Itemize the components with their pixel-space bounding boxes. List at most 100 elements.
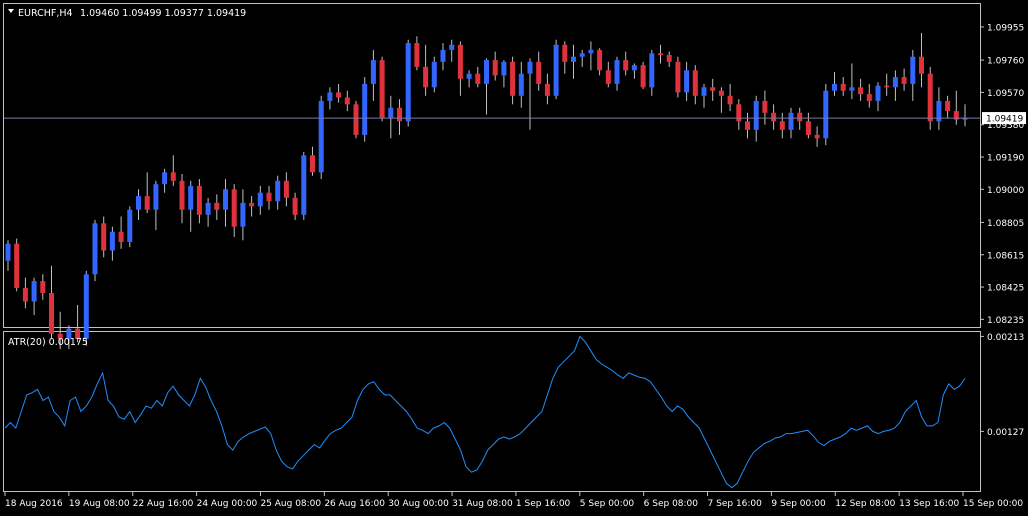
price-tag-value: 1.09419 bbox=[986, 115, 1023, 125]
time-tick-label: 9 Sep 00:00 bbox=[771, 499, 826, 509]
candle-body bbox=[945, 100, 951, 112]
candle-body bbox=[536, 61, 542, 84]
candle-body bbox=[823, 90, 829, 139]
price-tick-label: 1.09760 bbox=[987, 57, 1024, 67]
candle-body bbox=[518, 73, 524, 96]
candle-body bbox=[362, 83, 368, 135]
candle-body bbox=[597, 49, 603, 71]
price-tick-label: 1.08425 bbox=[987, 284, 1024, 294]
candle-body bbox=[718, 90, 724, 96]
candle-body bbox=[466, 73, 472, 79]
candle-body bbox=[919, 56, 924, 74]
candle-body bbox=[344, 97, 350, 105]
candle-body bbox=[562, 44, 568, 62]
candle-body bbox=[5, 243, 11, 261]
candle-body bbox=[405, 43, 411, 122]
candle-body bbox=[579, 53, 585, 57]
candle-body bbox=[510, 61, 516, 96]
candle-body bbox=[910, 56, 916, 84]
candle-body bbox=[379, 60, 385, 118]
candle-body bbox=[257, 192, 263, 207]
candle-body bbox=[736, 104, 742, 122]
time-tick-label: 24 Aug 00:00 bbox=[197, 499, 258, 509]
candle-body bbox=[423, 66, 429, 88]
trading-terminal: 1.099551.097601.095701.093801.091901.090… bbox=[0, 0, 1028, 516]
candle-body bbox=[14, 243, 20, 288]
candle-body bbox=[727, 95, 733, 105]
candle-body bbox=[588, 49, 594, 54]
time-tick-label: 19 Aug 08:00 bbox=[69, 499, 130, 509]
candle-body bbox=[788, 112, 794, 130]
time-tick-label: 7 Sep 16:00 bbox=[708, 499, 763, 509]
candle-body bbox=[292, 197, 298, 215]
candle-body bbox=[353, 104, 359, 135]
candle-body bbox=[153, 184, 159, 210]
candle-body bbox=[832, 83, 837, 91]
candle-body bbox=[492, 60, 498, 76]
candle-body bbox=[623, 60, 629, 71]
time-tick-label: 30 Aug 00:00 bbox=[388, 499, 449, 509]
candle-body bbox=[571, 56, 576, 62]
time-tick-label: 6 Sep 08:00 bbox=[644, 499, 699, 509]
candle-body bbox=[901, 77, 907, 84]
candle-body bbox=[101, 223, 107, 251]
time-tick-label: 5 Sep 00:00 bbox=[580, 499, 635, 509]
candle-body bbox=[92, 223, 98, 275]
candle-body bbox=[892, 77, 898, 88]
candle-body bbox=[275, 180, 281, 202]
indicator-tick-label: 0.00127 bbox=[987, 428, 1024, 438]
price-tick-label: 1.08805 bbox=[987, 219, 1024, 229]
time-tick-label: 15 Sep 00:00 bbox=[963, 499, 1023, 509]
candle-body bbox=[527, 61, 533, 74]
candle-body bbox=[684, 70, 690, 93]
candle-body bbox=[31, 281, 37, 302]
indicator-tick-label: 0.00213 bbox=[987, 333, 1024, 343]
candle-body bbox=[188, 185, 194, 210]
time-tick-label: 22 Aug 16:00 bbox=[133, 499, 194, 509]
symbol-label: EURCHF,H4 bbox=[18, 8, 73, 19]
candle-body bbox=[144, 196, 150, 210]
candle-body bbox=[640, 65, 646, 88]
indicator-label: ATR(20) 0.00175 bbox=[8, 337, 88, 348]
candle-body bbox=[162, 172, 168, 185]
candle-body bbox=[457, 44, 463, 79]
candle-body bbox=[745, 121, 750, 130]
candle-body bbox=[336, 92, 342, 98]
candle-body bbox=[179, 180, 185, 210]
candle-body bbox=[223, 189, 228, 210]
candle-body bbox=[127, 209, 133, 242]
price-tick-label: 1.09570 bbox=[987, 89, 1024, 99]
time-tick-label: 31 Aug 08:00 bbox=[452, 499, 513, 509]
candle-body bbox=[666, 55, 672, 62]
candle-body bbox=[553, 44, 559, 96]
candle-body bbox=[136, 196, 141, 210]
candle-body bbox=[249, 202, 255, 207]
candle-body bbox=[388, 107, 394, 118]
candle-body bbox=[614, 60, 620, 84]
candle-body bbox=[840, 83, 846, 91]
price-tick-label: 1.08615 bbox=[987, 251, 1024, 261]
time-tick-label: 1 Sep 16:00 bbox=[516, 499, 571, 509]
time-tick-label: 12 Sep 08:00 bbox=[835, 499, 895, 509]
candle-body bbox=[605, 70, 611, 84]
candle-body bbox=[779, 121, 785, 130]
candle-body bbox=[484, 60, 489, 84]
price-tick-label: 1.09000 bbox=[987, 186, 1024, 196]
candle-body bbox=[301, 155, 307, 215]
candle-body bbox=[875, 85, 881, 101]
candle-body bbox=[849, 87, 855, 91]
candle-body bbox=[805, 121, 811, 135]
candle-body bbox=[475, 73, 481, 84]
candle-body bbox=[440, 49, 446, 62]
time-tick-label: 18 Aug 2016 bbox=[5, 499, 63, 509]
candle-body bbox=[710, 87, 716, 91]
candle-body bbox=[327, 92, 333, 101]
candle-body bbox=[884, 85, 890, 88]
candle-body bbox=[866, 94, 872, 101]
candle-body bbox=[414, 43, 420, 67]
candle-body bbox=[214, 202, 220, 210]
candle-body bbox=[205, 202, 211, 215]
candle-body bbox=[501, 61, 507, 76]
candle-body bbox=[431, 61, 437, 88]
candle-body bbox=[318, 100, 324, 173]
